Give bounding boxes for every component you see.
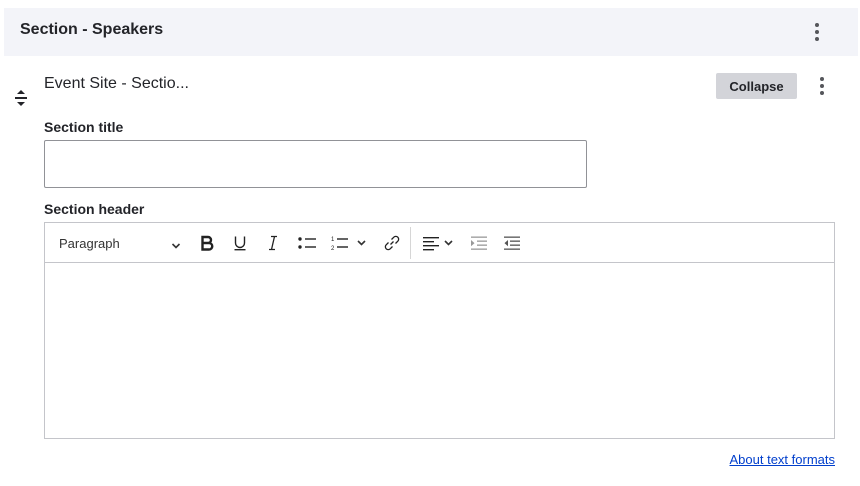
svg-text:1: 1 (331, 237, 335, 243)
bold-icon[interactable] (195, 229, 219, 257)
svg-text:2: 2 (331, 246, 335, 251)
section-header-bar: Section - Speakers (4, 8, 858, 56)
about-text-formats-link[interactable]: About text formats (730, 452, 836, 467)
italic-icon[interactable] (261, 229, 285, 257)
collapse-button[interactable]: Collapse (716, 73, 797, 99)
drag-handle-icon[interactable] (13, 89, 29, 107)
block-format-value: Paragraph (59, 236, 120, 251)
editor-content-area[interactable] (45, 263, 834, 438)
chevron-down-icon (171, 238, 181, 256)
toolbar-separator (410, 227, 411, 259)
rich-text-editor: Paragraph 12 (44, 222, 835, 439)
section-actions-kebab-icon[interactable] (807, 22, 827, 42)
bulleted-list-icon[interactable] (295, 229, 319, 257)
block-format-dropdown[interactable]: Paragraph (51, 229, 181, 257)
section-title: Section - Speakers (20, 21, 164, 38)
top-strip (0, 0, 860, 8)
indent-icon[interactable] (466, 229, 492, 257)
align-left-icon[interactable] (419, 229, 459, 257)
section-title-label: Section title (44, 119, 124, 135)
section-title-input[interactable] (44, 140, 587, 188)
paragraph-summary-title: Event Site - Sectio... (44, 75, 189, 92)
link-icon[interactable] (380, 229, 404, 257)
section-header-label: Section header (44, 201, 145, 217)
paragraph-actions-kebab-icon[interactable] (812, 76, 832, 96)
outdent-icon[interactable] (499, 229, 525, 257)
numbered-list-icon[interactable]: 12 (329, 229, 369, 257)
editor-toolbar: Paragraph 12 (45, 223, 834, 263)
underline-icon[interactable] (228, 229, 252, 257)
